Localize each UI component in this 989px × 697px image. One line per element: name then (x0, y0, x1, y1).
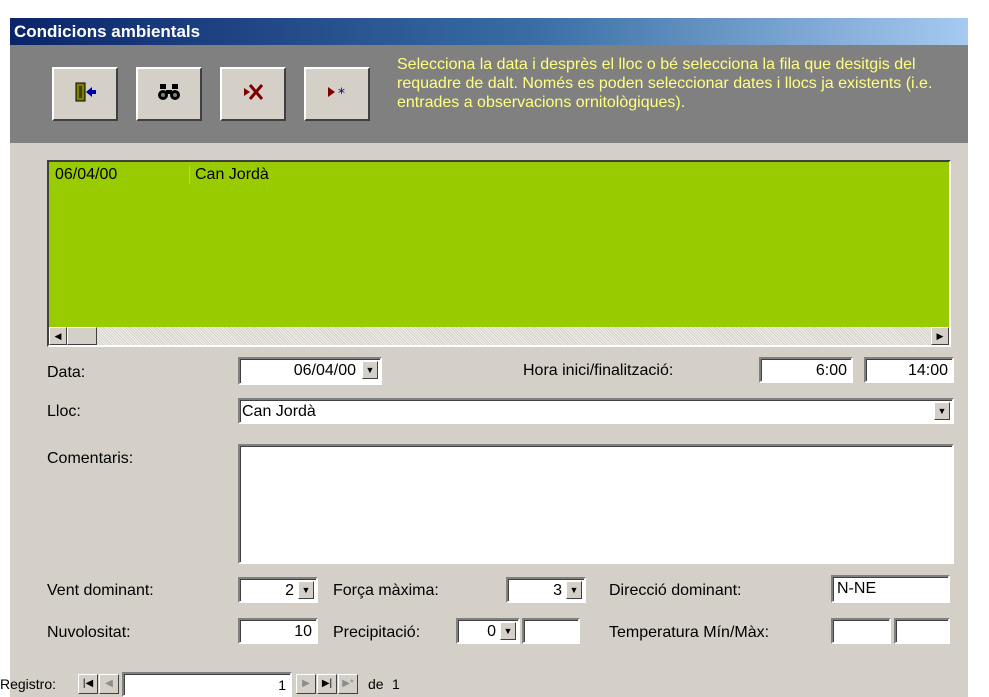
list-cell-date[interactable]: 06/04/00 (55, 166, 117, 184)
chevron-down-icon[interactable]: ▼ (362, 361, 378, 379)
lloc-combobox[interactable]: Can Jordà ▼ (238, 398, 954, 424)
vent-value: 2 (285, 582, 294, 599)
temp-min-field[interactable] (831, 618, 891, 644)
vent-combobox[interactable]: 2 ▼ (238, 577, 318, 603)
first-record-button[interactable]: |◀ (78, 674, 98, 694)
hora-inici-field[interactable]: 6:00 (759, 357, 853, 383)
hora-label: Hora inici/finalització: (523, 362, 674, 379)
precip-value: 0 (487, 623, 496, 640)
lloc-value: Can Jordà (242, 403, 316, 420)
delete-record-button[interactable] (220, 67, 286, 121)
chevron-down-icon[interactable]: ▼ (566, 581, 582, 599)
record-total: 1 (392, 676, 400, 692)
exit-button[interactable] (52, 67, 118, 121)
vent-label: Vent dominant: (47, 582, 154, 599)
form-window: Condicions ambientals * Selecciona la da… (10, 18, 968, 697)
column-divider (189, 166, 190, 184)
record-number-field[interactable]: 1 (122, 672, 292, 697)
data-label: Data: (47, 364, 86, 381)
last-record-icon: ▶| (321, 678, 333, 689)
scroll-left-button[interactable]: ◀ (49, 327, 67, 345)
forca-value: 3 (553, 582, 562, 599)
prev-record-button[interactable]: ◀ (99, 674, 119, 694)
forca-label: Força màxima: (333, 582, 439, 599)
forca-combobox[interactable]: 3 ▼ (506, 577, 586, 603)
chevron-down-icon[interactable]: ▼ (934, 402, 950, 420)
binoculars-icon (157, 82, 181, 107)
prev-record-icon: ◀ (105, 678, 113, 689)
temperatura-label: Temperatura Mín/Màx: (609, 624, 770, 641)
direccio-label: Direcció dominant: (609, 582, 742, 599)
instructions-text: Selecciona la data i desprès el lloc o b… (397, 56, 933, 111)
new-record-nav-icon: ▶* (342, 678, 354, 689)
record-nav-label: Registro: (0, 676, 57, 692)
temp-max-field[interactable] (894, 618, 950, 644)
record-of-label: de (368, 676, 384, 692)
nuvol-field[interactable]: 10 (238, 618, 318, 644)
list-cell-place[interactable]: Can Jordà (195, 166, 269, 184)
precip-combobox[interactable]: 0 ▼ (456, 618, 520, 644)
first-record-icon: |◀ (82, 678, 94, 689)
exit-icon (73, 81, 97, 108)
records-list[interactable]: 06/04/00 Can Jordà ◀ ▶ (47, 160, 951, 347)
direccio-field[interactable]: N-NE (831, 575, 950, 603)
last-record-button[interactable]: ▶| (317, 674, 337, 694)
find-button[interactable] (136, 67, 202, 121)
comentaris-textarea[interactable] (238, 444, 954, 564)
nuvol-label: Nuvolositat: (47, 624, 131, 641)
window-title: Condicions ambientals (10, 18, 968, 45)
date-combobox[interactable]: 06/04/00 ▼ (238, 357, 382, 385)
precip-extra-field[interactable] (522, 618, 580, 644)
horizontal-scrollbar[interactable]: ◀ ▶ (49, 327, 949, 345)
new-record-button[interactable]: * (304, 67, 370, 121)
lloc-label: Lloc: (47, 403, 81, 420)
new-record-icon: * (325, 82, 349, 107)
delete-record-icon (241, 82, 265, 107)
scroll-right-button[interactable]: ▶ (931, 327, 949, 345)
chevron-down-icon[interactable]: ▼ (500, 622, 516, 640)
svg-text:*: * (338, 86, 345, 102)
next-record-icon: ▶ (302, 678, 310, 689)
chevron-down-icon[interactable]: ▼ (298, 581, 314, 599)
date-value: 06/04/00 (293, 362, 356, 379)
hora-fi-field[interactable]: 14:00 (864, 357, 954, 383)
precip-label: Precipitació: (333, 624, 421, 641)
comentaris-label: Comentaris: (47, 450, 134, 467)
next-record-button[interactable]: ▶ (296, 674, 316, 694)
new-record-nav-button[interactable]: ▶* (338, 674, 358, 694)
toolbar-header: * Selecciona la data i desprès el lloc o… (10, 45, 968, 143)
scroll-thumb[interactable] (67, 327, 97, 345)
